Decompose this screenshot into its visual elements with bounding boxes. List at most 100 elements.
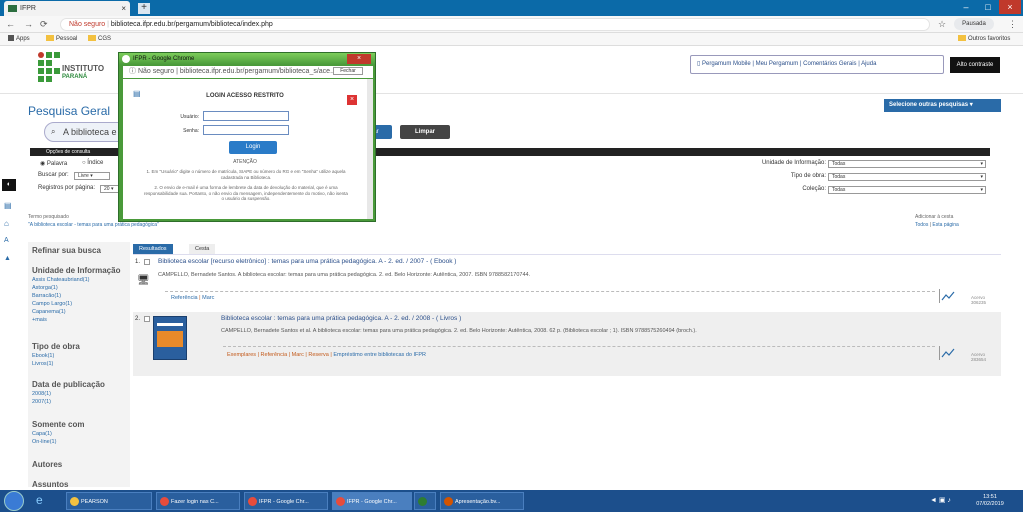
tab-resultados[interactable]: Resultados "2" <box>133 244 173 262</box>
institution-logo[interactable] <box>38 52 60 82</box>
forward-icon[interactable]: → <box>24 19 33 29</box>
palavra-radio[interactable]: ◉ Palavra <box>40 160 67 167</box>
nav-meu-pergamum[interactable]: Meu Pergamum <box>756 61 799 67</box>
book-cover-image[interactable] <box>153 316 187 360</box>
nav-ajuda[interactable]: Ajuda <box>861 61 876 67</box>
indice-radio[interactable]: ○ Índice <box>82 160 103 166</box>
stats-icon[interactable] <box>939 346 955 360</box>
somente-facet-title[interactable]: Somente com <box>32 420 84 429</box>
assuntos-facet-title[interactable]: Assuntos <box>32 480 68 489</box>
bookmark-cgs[interactable]: CGS <box>88 33 111 46</box>
result-checkbox[interactable] <box>144 316 150 322</box>
add-page-link[interactable]: Esta página <box>932 222 958 228</box>
tab-close-icon[interactable]: × <box>121 1 126 16</box>
book-icon[interactable]: ▤ <box>4 201 12 210</box>
link-marc[interactable]: Marc <box>202 295 214 301</box>
taskbar-chrome-2[interactable]: IFPR - Google Chr... <box>244 492 328 510</box>
nav-pergamum-mobile[interactable]: Pergamum Mobile <box>702 61 751 67</box>
facet-item[interactable]: Campo Largo(1) <box>32 300 72 308</box>
bookmark-other[interactable]: Outros favoritos <box>958 33 1010 46</box>
maximize-button[interactable]: □ <box>977 0 999 14</box>
atencao-heading: ATENÇÃO <box>233 159 257 165</box>
nav-comentarios[interactable]: Comentários Gerais <box>803 61 856 67</box>
taskbar-app[interactable] <box>414 492 436 510</box>
data-facet-title[interactable]: Data de publicação <box>32 380 105 389</box>
logo-text: INSTITUTO <box>62 64 105 73</box>
high-contrast-button[interactable]: Alto contraste <box>950 57 1000 73</box>
system-tray-icons[interactable]: ◄ ▣ ♪ <box>930 496 951 504</box>
home-icon[interactable]: ⌂ <box>4 219 9 228</box>
link-referencia[interactable]: Referência <box>261 352 288 358</box>
popup-title-bar[interactable]: IFPR - Google Chrome <box>119 53 375 65</box>
facet-more[interactable]: +mais <box>32 316 47 324</box>
chrome-icon <box>248 497 257 506</box>
bookmark-pessoal[interactable]: Pessoal <box>46 33 77 46</box>
address-bar[interactable]: Não seguro | biblioteca.ifpr.edu.br/perg… <box>60 18 930 31</box>
autores-facet-title[interactable]: Autores <box>32 460 62 469</box>
facet-item[interactable]: Capa(1) <box>32 430 52 438</box>
facet-item[interactable]: Assis Chateaubriand(1) <box>32 276 89 284</box>
facet-item[interactable]: Livros(1) <box>32 360 53 368</box>
select-other-searches-button[interactable]: Selecione outras pesquisas ▾ <box>884 99 1001 112</box>
result-checkbox[interactable] <box>144 259 150 265</box>
menu-icon[interactable]: ⋮ <box>1008 19 1017 30</box>
spreadsheet-icon <box>418 497 427 506</box>
taskbar-chrome-1[interactable]: Fazer login nas C... <box>156 492 240 510</box>
contrast-icon[interactable]: ◐ <box>2 179 16 191</box>
usuario-input[interactable] <box>203 111 289 121</box>
result-title[interactable]: Biblioteca escolar : temas para uma prát… <box>221 315 461 322</box>
unidade-facet-title[interactable]: Unidade de Informação <box>32 266 120 275</box>
font-size-icon[interactable]: A <box>4 237 9 244</box>
link-exemplares[interactable]: Exemplares <box>227 352 256 358</box>
folder-icon <box>70 497 79 506</box>
facet-item[interactable]: 2007(1) <box>32 398 51 406</box>
back-icon[interactable]: ← <box>6 19 15 29</box>
link-reserva[interactable]: Reserva <box>308 352 328 358</box>
senha-input[interactable] <box>203 125 289 135</box>
login-button[interactable]: Login <box>229 141 277 154</box>
link-referencia[interactable]: Referência <box>171 295 198 301</box>
facet-item[interactable]: Ebook(1) <box>32 352 54 360</box>
unidade-select[interactable]: Todas ▾ <box>828 160 986 168</box>
bookmark-apps[interactable]: Apps <box>8 33 30 46</box>
taskbar-presentation[interactable]: Apresentação.bv... <box>440 492 524 510</box>
facet-item[interactable]: On-line(1) <box>32 438 56 446</box>
accessibility-sidebar: ◐ ▤ ⌂ A ▲ <box>0 179 17 289</box>
add-all-link[interactable]: Todos <box>915 222 928 228</box>
tab-cesta[interactable]: Cesta <box>189 244 216 254</box>
system-clock[interactable]: 13:51 07/02/2019 <box>970 494 1010 508</box>
link-emprestimo[interactable]: Empréstimo entre bibliotecas do IFPR <box>333 352 426 358</box>
minimize-button[interactable]: – <box>955 0 977 14</box>
facet-item[interactable]: Barracão(1) <box>32 292 61 300</box>
colecao-select[interactable]: Todas ▾ <box>828 186 986 194</box>
reload-icon[interactable]: ⟳ <box>40 19 48 30</box>
tipo-obra-select[interactable]: Todas ▾ <box>828 173 986 181</box>
start-button[interactable] <box>4 491 24 511</box>
popup-close-button[interactable]: × <box>347 54 371 64</box>
popup-scrollbar[interactable] <box>367 79 373 219</box>
login-title: LOGIN ACESSO RESTRITO <box>206 93 284 99</box>
profile-button[interactable]: Pausada <box>954 18 994 30</box>
login-close-icon[interactable]: × <box>347 95 357 105</box>
browser-tab[interactable]: IFPR × <box>4 1 130 16</box>
registration-number: Acervo 283654 <box>971 352 987 362</box>
add-to-basket: Adicionar à cesta Todos | Esta página <box>915 213 995 229</box>
link-marc[interactable]: Marc <box>292 352 304 358</box>
window-close-button[interactable]: × <box>999 0 1021 14</box>
facet-item[interactable]: Capanema(1) <box>32 308 66 316</box>
taskbar-pearson[interactable]: PEARSON <box>66 492 152 510</box>
stats-icon[interactable] <box>939 289 955 303</box>
taskbar-chrome-3[interactable]: IFPR - Google Chr... <box>332 492 412 510</box>
facet-item[interactable]: Astorga(1) <box>32 284 58 292</box>
ie-icon[interactable]: e <box>36 493 43 507</box>
chrome-icon <box>160 497 169 506</box>
tipo-facet-title[interactable]: Tipo de obra <box>32 342 80 351</box>
senha-label: Senha: <box>183 128 199 134</box>
result-title[interactable]: Biblioteca escolar [recurso eletrônico] … <box>158 258 456 265</box>
scroll-up-icon[interactable]: ▲ <box>4 255 11 262</box>
bookmark-star-icon[interactable]: ☆ <box>938 19 946 30</box>
facet-item[interactable]: 2008(1) <box>32 390 51 398</box>
buscar-por-select[interactable]: Livre ▾ <box>74 172 110 180</box>
new-tab-button[interactable]: + <box>138 3 150 14</box>
clear-button[interactable]: Limpar <box>400 125 450 139</box>
